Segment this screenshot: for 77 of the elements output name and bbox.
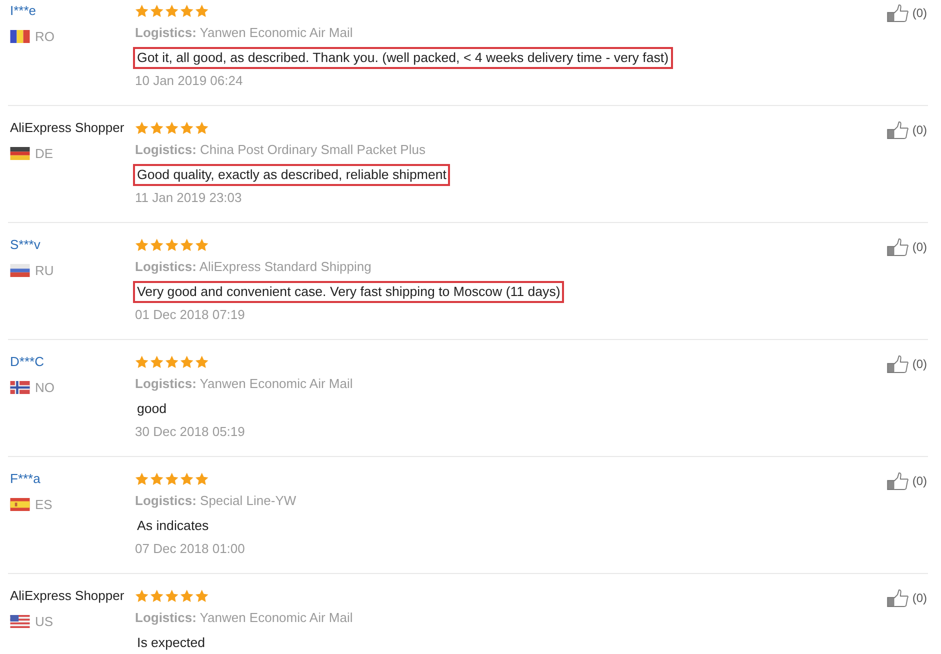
star-icon [195, 121, 209, 135]
star-icon [195, 472, 209, 486]
helpful-count: (0) [912, 474, 927, 488]
star-icon [180, 472, 194, 486]
star-icon [165, 589, 179, 603]
logistics-label: Logistics: [135, 376, 196, 391]
logistics-value: AliExpress Standard Shipping [199, 259, 372, 274]
reviewer-name-link[interactable]: F***a [10, 468, 40, 490]
review-comment: Is expected [136, 634, 206, 652]
star-icon [165, 355, 179, 369]
star-icon [195, 589, 209, 603]
logistics-label: Logistics: [135, 610, 196, 625]
star-icon [135, 4, 149, 18]
helpful-count: (0) [912, 240, 927, 254]
thumbs-up-icon[interactable] [887, 472, 910, 490]
review-comment: Very good and convenient case. Very fast shipping to Moscow (11 days) [133, 281, 564, 303]
reviewer-name-link[interactable]: I***e [10, 0, 36, 22]
logistics-value: Special Line-YW [200, 493, 296, 508]
star-icon [150, 4, 164, 18]
helpful-count: (0) [912, 591, 927, 605]
star-icon [165, 472, 179, 486]
star-icon [150, 589, 164, 603]
country-code: RU [35, 262, 54, 278]
reviewer-name: AliExpress Shopper [10, 587, 124, 605]
thumbs-up-icon[interactable] [887, 4, 910, 22]
logistics-label: Logistics: [135, 259, 196, 274]
logistics-value: Yanwen Economic Air Mail [200, 376, 353, 391]
reviewer-name-link[interactable]: S***v [10, 234, 40, 256]
review-comment: Got it, all good, as described. Thank you. (well packed, < 4 weeks delivery time - very fast) [133, 47, 672, 69]
star-icon [150, 472, 164, 486]
review-comment: Good quality, exactly as described, reliable shipment [133, 164, 450, 186]
star-icon [195, 4, 209, 18]
star-icon [135, 472, 149, 486]
star-icon [180, 589, 194, 603]
star-icon [135, 589, 149, 603]
country-code: RO [35, 28, 54, 44]
star-icon [195, 355, 209, 369]
logistics-label: Logistics: [135, 25, 196, 40]
thumbs-up-icon[interactable] [887, 238, 910, 256]
country-code: DE [35, 146, 54, 160]
star-icon [150, 238, 164, 252]
star-icon [180, 4, 194, 18]
thumbs-up-icon[interactable] [887, 121, 910, 139]
reviewer-name-link[interactable]: D***C [10, 351, 44, 373]
country-code: NO [35, 380, 54, 394]
logistics-label: Logistics: [135, 493, 196, 508]
logistics-value: Yanwen Economic Air Mail [200, 610, 353, 625]
review-comment: As indicates [136, 517, 210, 535]
star-icon [180, 355, 194, 369]
logistics-value: Yanwen Economic Air Mail [200, 25, 353, 40]
star-icon [150, 121, 164, 135]
review-date: 10 Jan 2019 06:24 [135, 72, 243, 90]
country-code: US [35, 614, 54, 628]
star-icon [180, 238, 194, 252]
review-date: 30 Dec 2018 05:19 [135, 423, 245, 441]
star-icon [165, 238, 179, 252]
review-comment: good [136, 400, 168, 418]
logistics-value: China Post Ordinary Small Packet Plus [200, 142, 426, 157]
star-icon [135, 121, 149, 135]
logistics-label: Logistics: [135, 142, 196, 157]
star-icon [165, 121, 179, 135]
review-date: 11 Jan 2019 23:03 [135, 189, 242, 207]
star-icon [150, 355, 164, 369]
star-icon [180, 121, 194, 135]
thumbs-up-icon[interactable] [887, 355, 910, 373]
review-date: 07 Dec 2018 01:00 [135, 540, 245, 558]
review-date: 01 Dec 2018 07:19 [135, 306, 245, 324]
star-icon [165, 4, 179, 18]
thumbs-up-icon[interactable] [887, 589, 910, 607]
helpful-count: (0) [912, 123, 927, 137]
star-icon [135, 238, 149, 252]
country-code: ES [35, 496, 52, 512]
reviewer-name: AliExpress Shopper [10, 119, 124, 137]
star-icon [135, 355, 149, 369]
star-icon [195, 238, 209, 252]
helpful-count: (0) [912, 357, 927, 371]
helpful-count: (0) [912, 6, 927, 20]
